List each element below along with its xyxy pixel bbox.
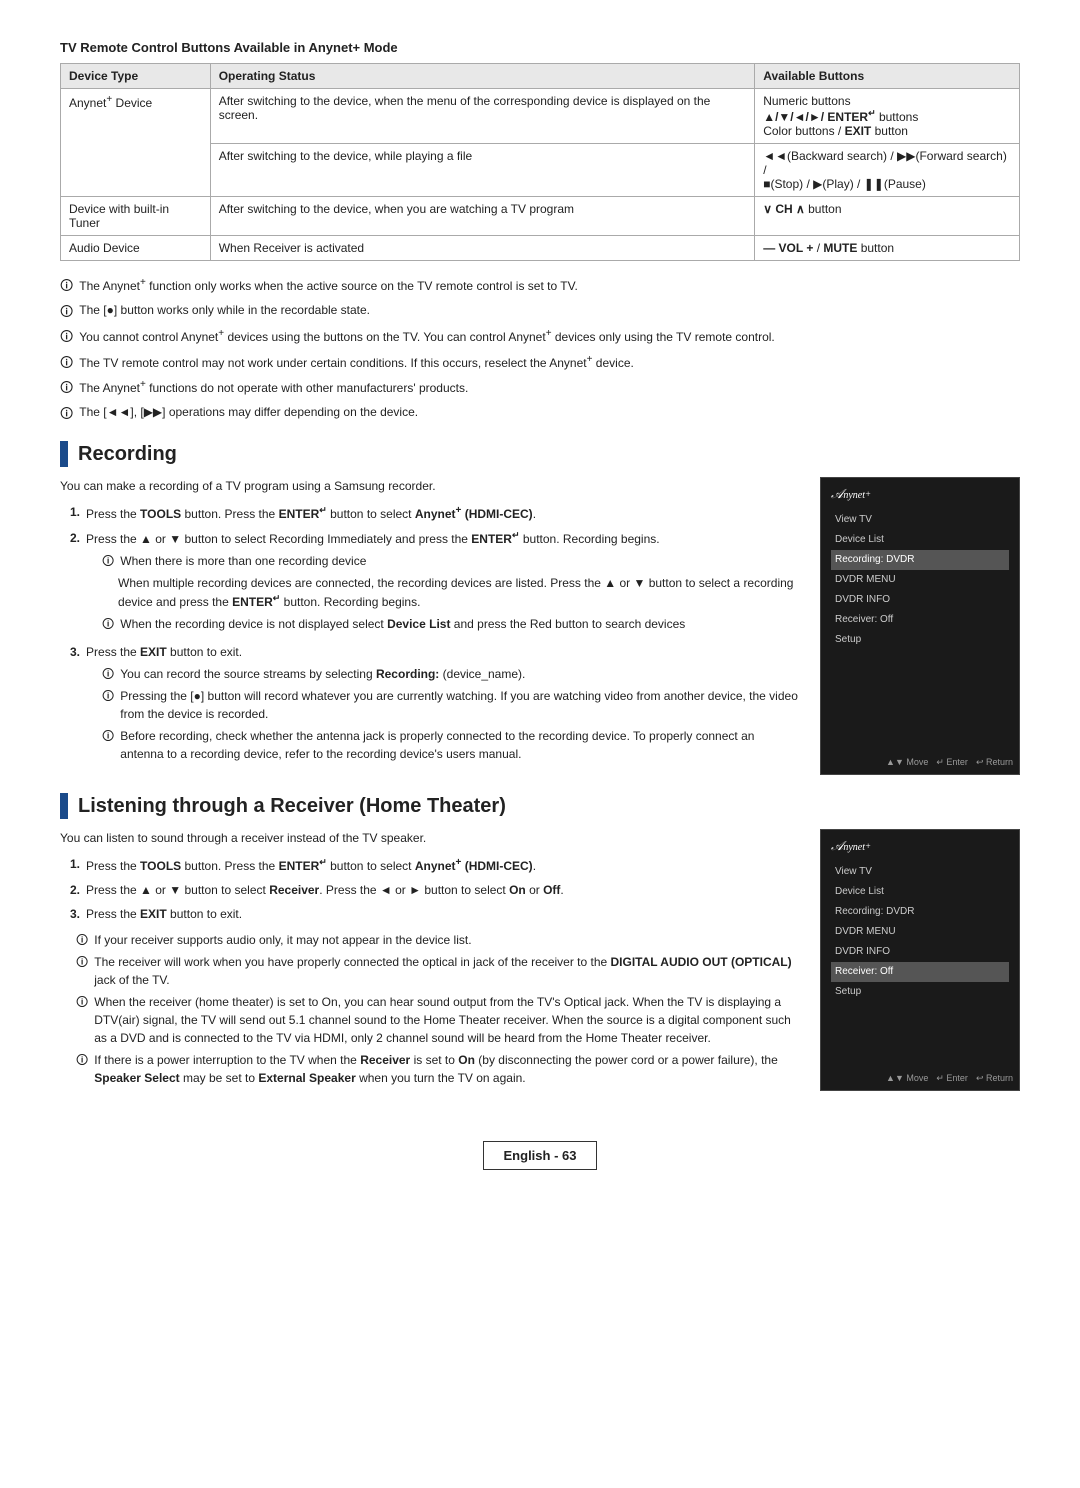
listen-note-2: 🛈 The receiver will work when you have p… xyxy=(76,953,800,989)
section-bar xyxy=(60,441,68,467)
note-item: 🛈 The TV remote control may not work und… xyxy=(60,352,1020,373)
menu-item-receiver-off-2: Receiver: Off xyxy=(831,962,1009,982)
listening-section: Listening through a Receiver (Home Theat… xyxy=(60,793,1020,1091)
status-tuner: After switching to the device, when you … xyxy=(210,197,755,236)
table-section: TV Remote Control Buttons Available in A… xyxy=(60,40,1020,261)
note-icon: 🛈 xyxy=(76,953,88,971)
menu-item-recording: Recording: DVDR xyxy=(831,550,1009,570)
listening-anynet-menu: 𝒜nynet + View TV Device List Recording: … xyxy=(820,829,1020,1091)
note-icon: 🛈 xyxy=(60,404,73,424)
listening-intro: You can listen to sound through a receiv… xyxy=(60,829,800,847)
note-icon: 🛈 xyxy=(60,378,73,398)
buttons-tuner: ∨ CH ∧ button xyxy=(755,197,1020,236)
note-icon: 🛈 xyxy=(60,302,73,322)
table-row: Device with built-in Tuner After switchi… xyxy=(61,197,1020,236)
menu-footer: ▲▼ Move ↵ Enter ↩ Return xyxy=(886,757,1013,768)
recording-content: You can make a recording of a TV program… xyxy=(60,477,1020,775)
sub-note: 🛈 Before recording, check whether the an… xyxy=(102,727,800,763)
sub-note: 🛈 When there is more than one recording … xyxy=(102,552,800,570)
listening-subnotes: 🛈 If your receiver supports audio only, … xyxy=(76,931,800,1087)
buttons-anynet-2: ◄◄(Backward search) / ▶▶(Forward search)… xyxy=(755,144,1020,197)
menu-item-dvdrinfo: DVDR INFO xyxy=(831,590,1009,610)
note-icon: 🛈 xyxy=(102,727,114,745)
status-anynet-1: After switching to the device, when the … xyxy=(210,89,755,144)
device-audio: Audio Device xyxy=(61,236,211,261)
status-anynet-2: After switching to the device, while pla… xyxy=(210,144,755,197)
menu-item-setup-2: Setup xyxy=(831,982,1009,1002)
step-2-subnotes: 🛈 When there is more than one recording … xyxy=(102,552,800,633)
buttons-anynet-1: Numeric buttons ▲/▼/◄/►/ ENTER↵ buttons … xyxy=(755,89,1020,144)
note-icon: 🛈 xyxy=(76,1051,88,1069)
listen-step-3: 3. Press the EXIT button to exit. xyxy=(70,905,800,923)
table-row: Audio Device When Receiver is activated … xyxy=(61,236,1020,261)
col-header-device: Device Type xyxy=(61,64,211,89)
recording-anynet-menu: 𝒜nynet + View TV Device List Recording: … xyxy=(820,477,1020,775)
note-item: 🛈 You cannot control Anynet+ devices usi… xyxy=(60,326,1020,347)
listening-content: You can listen to sound through a receiv… xyxy=(60,829,1020,1091)
table-row: Anynet+ Device After switching to the de… xyxy=(61,89,1020,144)
footer-container: English - 63 xyxy=(60,1111,1020,1170)
top-notes-list: 🛈 The Anynet+ function only works when t… xyxy=(60,275,1020,423)
listen-note-1: 🛈 If your receiver supports audio only, … xyxy=(76,931,800,949)
step-1: 1. Press the TOOLS button. Press the ENT… xyxy=(70,503,800,523)
menu-item-viewtv-2: View TV xyxy=(831,862,1009,882)
recording-section: Recording You can make a recording of a … xyxy=(60,441,1020,775)
note-item: 🛈 The Anynet+ functions do not operate w… xyxy=(60,377,1020,398)
page-number: English - 63 xyxy=(483,1141,598,1170)
listening-heading: Listening through a Receiver (Home Theat… xyxy=(60,793,1020,819)
note-icon: 🛈 xyxy=(102,665,114,683)
col-header-status: Operating Status xyxy=(210,64,755,89)
recording-main: You can make a recording of a TV program… xyxy=(60,477,800,775)
sub-note: 🛈 Pressing the [●] button will record wh… xyxy=(102,687,800,723)
listen-note-4: 🛈 If there is a power interruption to th… xyxy=(76,1051,800,1087)
status-audio: When Receiver is activated xyxy=(210,236,755,261)
table-caption: TV Remote Control Buttons Available in A… xyxy=(60,40,1020,55)
section-bar xyxy=(60,793,68,819)
note-icon: 🛈 xyxy=(60,353,73,373)
listen-note-3: 🛈 When the receiver (home theater) is se… xyxy=(76,993,800,1047)
note-icon: 🛈 xyxy=(76,993,88,1011)
menu-item-recording-2: Recording: DVDR xyxy=(831,902,1009,922)
buttons-audio: ― VOL + / MUTE button xyxy=(755,236,1020,261)
anynet-menu-title-2: 𝒜nynet + xyxy=(831,838,1009,854)
note-item: 🛈 The [◄◄], [▶▶] operations may differ d… xyxy=(60,403,1020,424)
note-icon: 🛈 xyxy=(60,276,73,296)
step-3: 3. Press the EXIT button to exit. 🛈 You … xyxy=(70,643,800,767)
sub-note: 🛈 You can record the source streams by s… xyxy=(102,665,800,683)
listen-step-1: 1. Press the TOOLS button. Press the ENT… xyxy=(70,855,800,875)
note-icon: 🛈 xyxy=(102,552,114,570)
recording-heading: Recording xyxy=(60,441,1020,467)
col-header-buttons: Available Buttons xyxy=(755,64,1020,89)
menu-item-receiver-off: Receiver: Off xyxy=(831,610,1009,630)
menu-item-dvdrmenu: DVDR MENU xyxy=(831,570,1009,590)
note-icon: 🛈 xyxy=(102,687,114,705)
menu-item-devicelist: Device List xyxy=(831,530,1009,550)
note-icon: 🛈 xyxy=(76,931,88,949)
note-icon: 🛈 xyxy=(102,615,114,633)
note-icon: 🛈 xyxy=(60,327,73,347)
anynet-menu-title: 𝒜nynet + xyxy=(831,486,1009,502)
device-tuner: Device with built-in Tuner xyxy=(61,197,211,236)
recording-steps: 1. Press the TOOLS button. Press the ENT… xyxy=(70,503,800,767)
device-anynet: Anynet+ Device xyxy=(61,89,211,197)
menu-item-viewtv: View TV xyxy=(831,510,1009,530)
recording-intro: You can make a recording of a TV program… xyxy=(60,477,800,495)
listening-main: You can listen to sound through a receiv… xyxy=(60,829,800,1091)
menu-item-setup: Setup xyxy=(831,630,1009,650)
note-item: 🛈 The [●] button works only while in the… xyxy=(60,301,1020,322)
menu-item-devicelist-2: Device List xyxy=(831,882,1009,902)
menu-item-dvdrmenu-2: DVDR MENU xyxy=(831,922,1009,942)
listening-steps: 1. Press the TOOLS button. Press the ENT… xyxy=(70,855,800,923)
menu-item-dvdrinfo-2: DVDR INFO xyxy=(831,942,1009,962)
note-item: 🛈 The Anynet+ function only works when t… xyxy=(60,275,1020,296)
step-2: 2. Press the ▲ or ▼ button to select Rec… xyxy=(70,529,800,637)
sub-note: When multiple recording devices are conn… xyxy=(102,574,800,611)
menu-footer-2: ▲▼ Move ↵ Enter ↩ Return xyxy=(886,1073,1013,1084)
anynet-table: Device Type Operating Status Available B… xyxy=(60,63,1020,261)
sub-note: 🛈 When the recording device is not displ… xyxy=(102,615,800,633)
step-3-subnotes: 🛈 You can record the source streams by s… xyxy=(102,665,800,763)
listen-step-2: 2. Press the ▲ or ▼ button to select Rec… xyxy=(70,881,800,899)
